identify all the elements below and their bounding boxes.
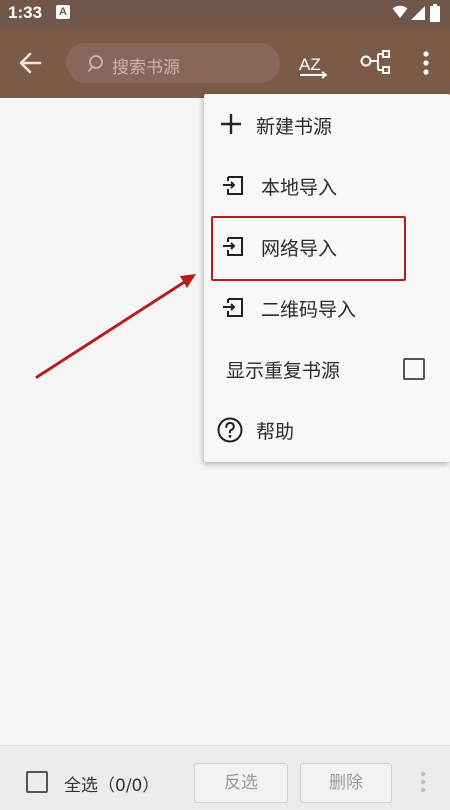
invert-selection-button[interactable]: 反选	[194, 763, 288, 803]
annotation-arrow-icon	[35, 274, 196, 379]
delete-button[interactable]: 删除	[300, 763, 392, 803]
select-all-label[interactable]: 全选（0/0）	[64, 771, 159, 796]
more-vert-icon[interactable]	[420, 771, 426, 793]
bottom-action-bar: 全选（0/0） 反选 删除	[0, 745, 450, 810]
select-all-checkbox[interactable]	[26, 771, 48, 793]
